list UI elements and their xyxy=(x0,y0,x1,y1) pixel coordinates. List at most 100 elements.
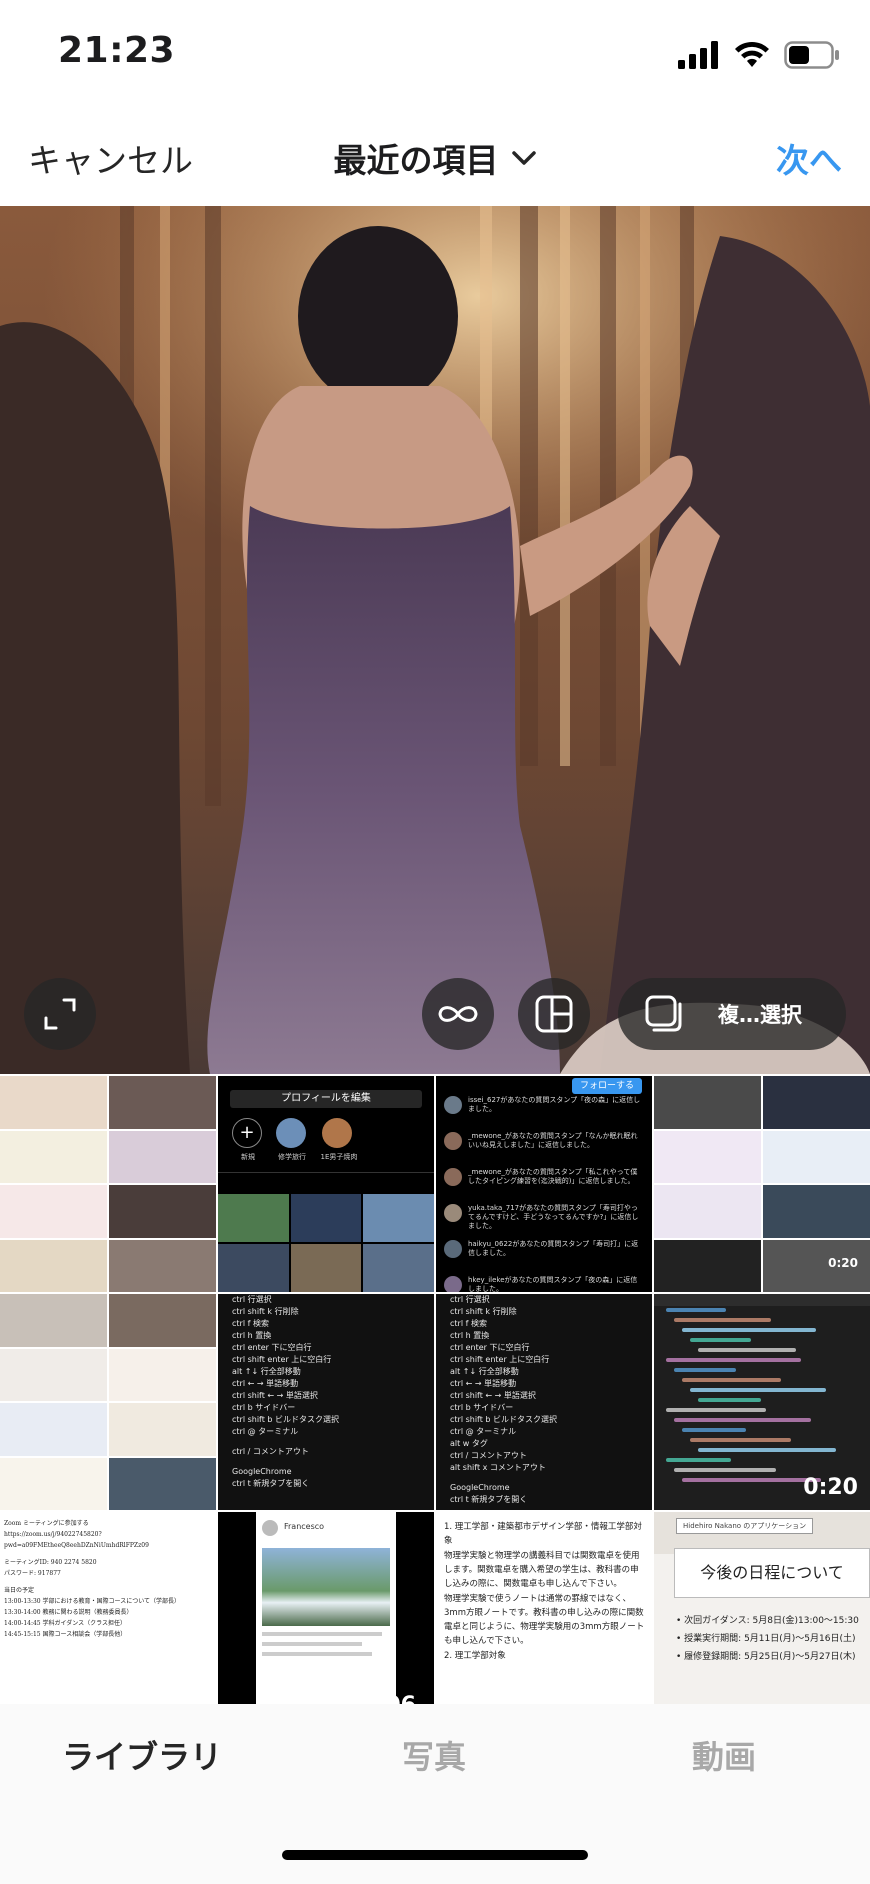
slide-title: 今後の日程について xyxy=(674,1548,870,1598)
post-username: Francesco xyxy=(284,1522,325,1531)
document-text: Zoom ミーティングに参加する https://zoom.us/j/940227… xyxy=(4,1518,212,1640)
multi-select-label: 複…選択 xyxy=(718,1003,802,1027)
text-line: パスワード: 917877 xyxy=(4,1570,61,1577)
text-line: ミーティングID: 940 2274 5820 xyxy=(4,1559,97,1566)
status-time: 21:23 xyxy=(58,30,176,71)
boomerang-button[interactable] xyxy=(422,978,494,1050)
wifi-icon xyxy=(735,41,769,67)
text-line: ctrl b サイドバー xyxy=(232,1403,296,1412)
activity-text: _mewone_があなたの質問スタンプ「なんか眠れ眠れいいね見えしました」に返信… xyxy=(468,1132,638,1149)
grid-tab-row xyxy=(218,1172,434,1192)
status-icons xyxy=(678,38,840,72)
code-line xyxy=(666,1408,766,1412)
plus-icon: + xyxy=(232,1118,262,1148)
text-line: ctrl shift ← → 単語選択 xyxy=(450,1391,536,1400)
collage-thumbnail xyxy=(0,1294,216,1510)
text-line: ctrl shift ← → 単語選択 xyxy=(232,1391,318,1400)
text-line: ctrl b サイドバー xyxy=(450,1403,514,1412)
text-line: ctrl 行選択 xyxy=(450,1295,490,1304)
grid-item[interactable]: ctrl 行選択 ctrl shift k 行削除 ctrl f 検索 ctrl h … xyxy=(436,1294,652,1510)
text-line: Zoom ミーティングに参加する xyxy=(4,1520,89,1527)
grid-item[interactable]: プロフィールを編集 + 新規 修学旅行 1E男子焼肉 xyxy=(218,1076,434,1292)
code-line xyxy=(674,1318,771,1322)
code-line xyxy=(698,1398,761,1402)
nav-bar: キャンセル 最近の項目 次へ xyxy=(0,108,870,206)
highlight-label: 修学旅行 xyxy=(278,1153,306,1161)
text-line: https://zoom.us/j/94022745820? xyxy=(4,1531,102,1538)
post-screenshot: Francesco xyxy=(256,1512,396,1704)
grid-item[interactable]: Francesco 0:06 xyxy=(218,1512,434,1704)
grid-item[interactable]: Hidehiro Nakano のアプリケーション 今後の日程について • 次回… xyxy=(654,1512,870,1704)
highlight-avatar xyxy=(276,1118,306,1148)
profile-edit-header: プロフィールを編集 xyxy=(230,1090,422,1108)
code-line xyxy=(674,1468,776,1472)
document-text: 1. 理工学部・建築都市デザイン学部・情報工学部対象 物理学実験と物理学の講義科目… xyxy=(444,1520,646,1664)
text-line: GoogleChrome xyxy=(232,1467,292,1476)
activity-list: issei_627があなたの質問スタンプ「夜の森」に返信しました。 _mewon… xyxy=(444,1096,644,1292)
text-line: ctrl f 検索 xyxy=(450,1319,487,1328)
multi-select-button[interactable]: 複…選択 xyxy=(618,978,846,1050)
text-line: ctrl enter 下に空白行 xyxy=(232,1343,312,1352)
code-line xyxy=(674,1368,736,1372)
text-line: ctrl / コメントアウト xyxy=(450,1451,527,1460)
grid-item[interactable]: 0:20 xyxy=(654,1294,870,1510)
layout-button[interactable] xyxy=(518,978,590,1050)
activity-text: yuka.taka_717があなたの質問スタンプ「寿司打やってるんですけど、手ど… xyxy=(468,1204,639,1230)
text-line: ctrl / コメントアウト xyxy=(232,1447,309,1456)
tab-video[interactable]: 動画 xyxy=(692,1732,756,1778)
code-line xyxy=(682,1328,816,1332)
text-line: ctrl ← → 単語移動 xyxy=(450,1379,517,1388)
preview-photo xyxy=(0,206,870,1074)
text-line: ctrl t 新規タブを開く xyxy=(450,1495,528,1504)
text-line: pwd=a09FMEtheeQ8eehDZnNiUmhdRlFPZz09 xyxy=(4,1542,149,1549)
cellular-signal-icon xyxy=(678,41,718,69)
grid-item[interactable] xyxy=(0,1076,216,1292)
collage-thumbnail xyxy=(0,1076,216,1292)
text-line xyxy=(232,1458,428,1466)
code-line xyxy=(682,1478,821,1482)
follow-button: フォローする xyxy=(571,1078,642,1094)
media-preview[interactable]: 複…選択 xyxy=(0,206,870,1074)
expand-preview-button[interactable] xyxy=(24,978,96,1050)
grid-item[interactable]: ctrl 行選択 ctrl shift k 行削除 ctrl f 検索 ctrl h … xyxy=(218,1294,434,1510)
grid-item[interactable] xyxy=(0,1294,216,1510)
album-picker[interactable]: 最近の項目 xyxy=(334,134,537,182)
avatar xyxy=(262,1520,278,1536)
text-line: ctrl shift enter 上に空白行 xyxy=(450,1355,550,1364)
code-line xyxy=(682,1378,781,1382)
slide-bullets: • 次回ガイダンス: 5月8日(金)13:00～15:30 • 授業実行期間: 5… xyxy=(676,1612,870,1666)
code-line xyxy=(690,1388,826,1392)
editor-header xyxy=(654,1294,870,1306)
text-line: ctrl h 置換 xyxy=(232,1331,272,1340)
code-line xyxy=(674,1418,811,1422)
text-line: ctrl shift enter 上に空白行 xyxy=(232,1355,332,1364)
text-line: ctrl enter 下に空白行 xyxy=(450,1343,530,1352)
next-button[interactable]: 次へ xyxy=(776,134,842,182)
grid-item[interactable]: Zoom ミーティングに参加する https://zoom.us/j/940227… xyxy=(0,1512,216,1704)
text-line: alt ↑↓ 行全部移動 xyxy=(450,1367,519,1376)
text-line: alt w タグ xyxy=(450,1439,488,1448)
slide-top-label: Hidehiro Nakano のアプリケーション xyxy=(676,1518,814,1534)
code-line xyxy=(690,1338,751,1342)
tab-photo[interactable]: 写真 xyxy=(402,1732,466,1778)
video-duration: 0:20 xyxy=(828,1256,858,1270)
shortcut-list: ctrl 行選択 ctrl shift k 行削除 ctrl f 検索 ctrl h … xyxy=(232,1294,428,1490)
slide-bullet: • 授業実行期間: 5月11日(月)～5月16日(土) xyxy=(676,1634,856,1644)
expand-icon xyxy=(44,998,76,1030)
activity-text: haikyu_0622があなたの質問スタンプ「寿司打」に返信しました。 xyxy=(468,1240,639,1257)
code-line xyxy=(666,1308,726,1312)
grid-item[interactable]: 1. 理工学部・建築都市デザイン学部・情報工学部対象 物理学実験と物理学の講義科目… xyxy=(436,1512,652,1704)
grid-item[interactable]: フォローする issei_627があなたの質問スタンプ「夜の森」に返信しました。… xyxy=(436,1076,652,1292)
highlight-label: 1E男子焼肉 xyxy=(320,1153,358,1161)
text-line: ctrl shift b ビルドタスク選択 xyxy=(450,1415,558,1424)
text-line: ctrl h 置換 xyxy=(450,1331,490,1340)
code-line xyxy=(666,1358,801,1362)
text-line: ctrl shift b ビルドタスク選択 xyxy=(232,1415,340,1424)
tab-library[interactable]: ライブラリ xyxy=(62,1732,222,1778)
text-line: alt shift x コメントアウト xyxy=(450,1463,546,1472)
video-duration: 0:20 xyxy=(803,1475,858,1500)
grid-item[interactable]: 0:20 xyxy=(654,1076,870,1292)
code-line xyxy=(690,1438,791,1442)
text-line: 2. 理工学部対象 xyxy=(444,1651,506,1661)
status-bar: 21:23 xyxy=(0,0,870,108)
